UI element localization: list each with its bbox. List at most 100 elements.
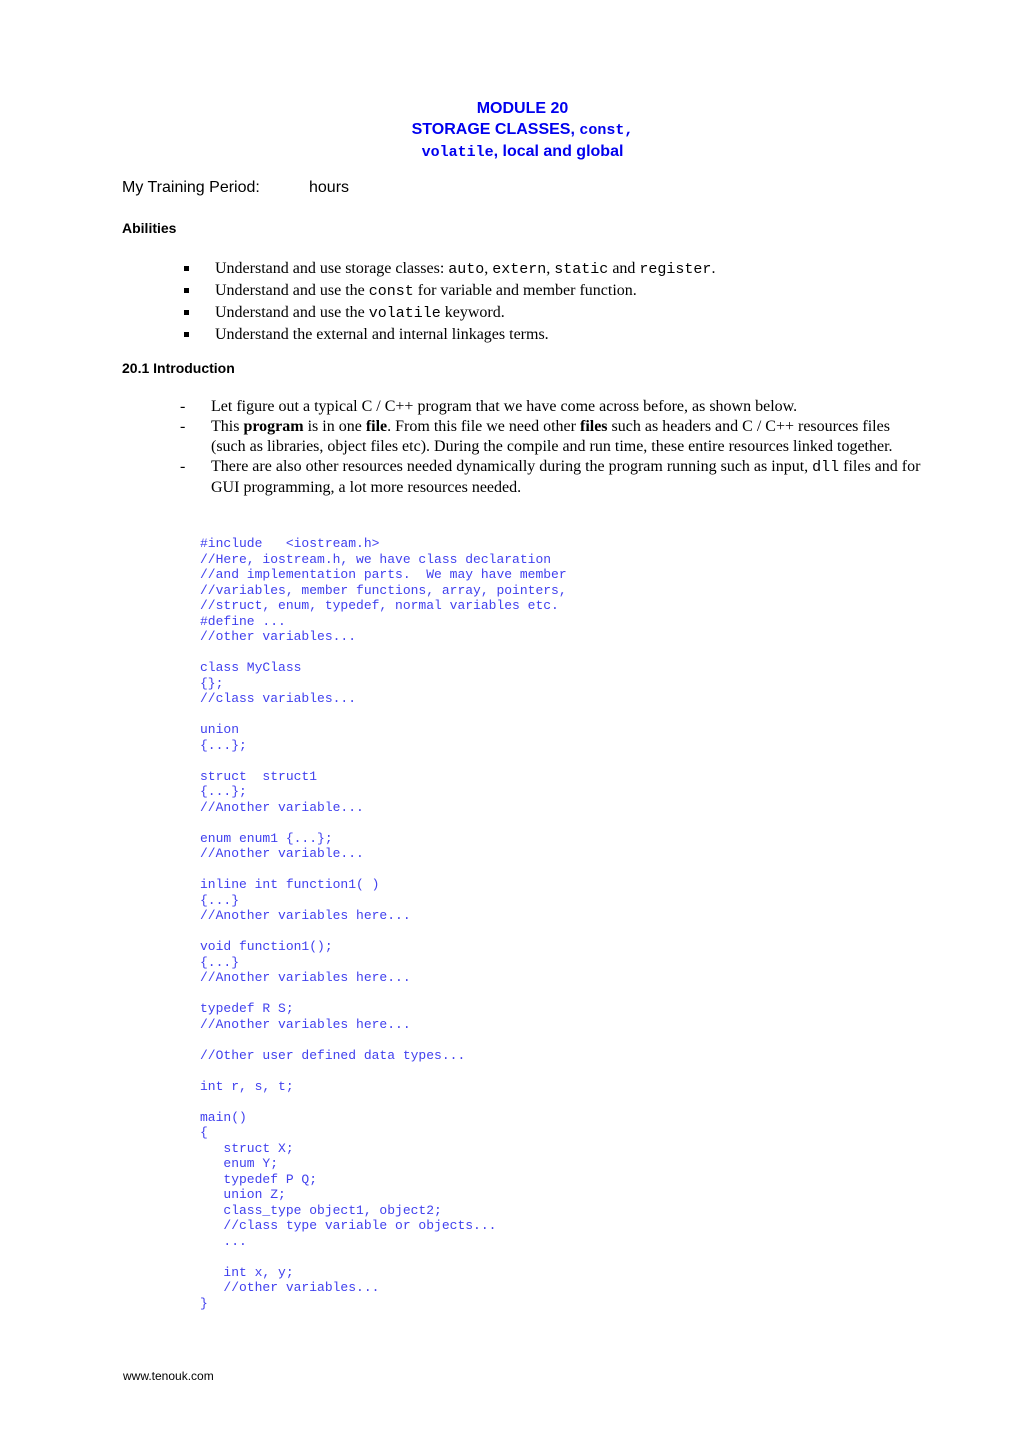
text-run: Understand and use the: [215, 282, 369, 299]
text-run: Understand the external and internal lin…: [215, 326, 549, 343]
inline-code: static: [554, 261, 609, 278]
code-listing: #include <iostream.h>//Here, iostream.h,…: [200, 536, 567, 1311]
code-line: //struct, enum, typedef, normal variable…: [200, 598, 559, 613]
code-line: {...}: [200, 892, 240, 908]
section-heading: 20.1 Introduction: [122, 360, 235, 376]
bold-text: file: [365, 418, 388, 435]
inline-code: volatile: [368, 305, 441, 322]
code-line: //Another variable...: [200, 799, 364, 815]
code-line: {...};: [200, 737, 247, 753]
ability-item: Understand the external and internal lin…: [184, 324, 715, 345]
text-run: . From this file we need other: [387, 418, 580, 435]
code-line: }: [200, 1295, 208, 1311]
text-run: for variable and member function.: [413, 282, 637, 299]
bold-text: files: [579, 418, 608, 435]
code-line: union: [200, 722, 240, 737]
code-line: {...};: [200, 784, 247, 799]
ability-item: Understand and use the const for variabl…: [184, 280, 715, 302]
introduction-item: - There are also other resources needed d…: [180, 457, 925, 498]
code-line: enum enum1 {...};: [200, 830, 333, 846]
code-line: //and implementation parts. We may have …: [200, 567, 567, 582]
introduction-item: - This program is in one file. From this …: [180, 417, 925, 457]
code-line: ...: [200, 1233, 247, 1249]
code-line: #include <iostream.h>: [200, 536, 380, 551]
code-line: {};: [200, 675, 224, 691]
introduction-list: - Let figure out a typical C / C++ progra…: [180, 397, 925, 498]
code-line: class MyClass: [200, 660, 302, 675]
code-line: struct X;: [200, 1140, 294, 1156]
code-line: //other variables...: [200, 1280, 380, 1295]
module-subtitle-line-3: volatile, local and global: [421, 143, 624, 161]
square-bullet-icon: [184, 288, 189, 293]
code-line: struct struct1: [200, 768, 318, 784]
text-run: .: [711, 260, 716, 277]
text-run: This: [211, 418, 244, 435]
code-line: //class variables...: [200, 691, 357, 706]
inline-code: register: [639, 261, 712, 278]
code-line: typedef R S;: [200, 1001, 294, 1016]
dash-bullet-icon: -: [180, 418, 186, 435]
ability-item: Understand and use storage classes: auto…: [184, 258, 715, 280]
text-run: is in one: [303, 418, 366, 435]
text-run: There are also other resources needed dy…: [211, 458, 813, 475]
square-bullet-icon: [184, 332, 189, 337]
text-run: Let figure out a typical C / C++ program…: [211, 398, 798, 415]
dash-bullet-icon: -: [180, 398, 186, 415]
inline-code: auto: [448, 261, 485, 278]
code-line: {...}: [200, 954, 240, 970]
inline-code: const: [368, 283, 414, 300]
code-line: #define ...: [200, 613, 286, 629]
training-period: My Training Period: hours: [122, 179, 349, 197]
code-line: {: [200, 1125, 208, 1140]
square-bullet-icon: [184, 266, 189, 271]
code-line: //Another variables here...: [200, 908, 411, 923]
text-run: Understand and use the: [215, 304, 369, 321]
module-subtitle-line-2: STORAGE CLASSES, const,: [411, 121, 634, 139]
code-line: int r, s, t;: [200, 1078, 294, 1094]
module-number: MODULE 20: [476, 100, 569, 117]
code-line: void function1();: [200, 939, 333, 954]
code-line: inline int function1( ): [200, 877, 380, 892]
code-line: //Other user defined data types...: [200, 1047, 466, 1063]
code-line: //Another variables here...: [200, 1016, 411, 1032]
ability-item: Understand and use the volatile keyword.: [184, 302, 715, 324]
code-line: //Another variables here...: [200, 970, 411, 985]
abilities-list: Understand and use storage classes: auto…: [184, 258, 715, 345]
code-line: //Another variable...: [200, 846, 364, 861]
abilities-heading: Abilities: [122, 220, 177, 236]
code-line: main(): [200, 1109, 247, 1125]
text-run: keyword.: [440, 304, 505, 321]
text-run: and: [608, 260, 640, 277]
code-line: union Z;: [200, 1187, 286, 1202]
introduction-item: - Let figure out a typical C / C++ progra…: [180, 397, 925, 417]
code-line: //other variables...: [200, 629, 357, 644]
code-line: enum Y;: [200, 1156, 279, 1171]
text-run: Understand and use storage classes:: [215, 260, 449, 277]
inline-code: dll: [812, 459, 840, 476]
code-line: int x, y;: [200, 1264, 294, 1280]
code-line: //variables, member functions, array, po…: [200, 582, 567, 598]
footer-link[interactable]: www.tenouk.com: [123, 1369, 214, 1383]
inline-code: extern: [492, 261, 547, 278]
module-title: MODULE 20 STORAGE CLASSES, const, volati…: [0, 98, 1020, 163]
code-line: typedef P Q;: [200, 1171, 318, 1187]
bold-text: program: [243, 418, 304, 435]
square-bullet-icon: [184, 310, 189, 315]
dash-bullet-icon: -: [180, 458, 186, 475]
code-line: //class type variable or objects...: [200, 1218, 497, 1233]
code-line: class_type object1, object2;: [200, 1202, 442, 1218]
training-period-label: My Training Period:: [122, 179, 260, 196]
training-period-value: hours: [309, 179, 350, 196]
code-line: //Here, iostream.h, we have class declar…: [200, 551, 552, 567]
